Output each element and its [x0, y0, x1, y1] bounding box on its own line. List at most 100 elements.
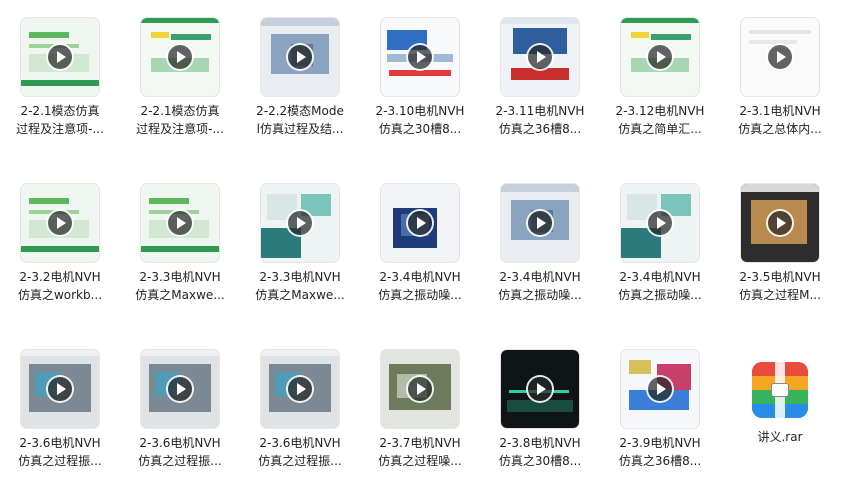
file-name-line1: 2-3.5电机NVH — [739, 270, 821, 284]
file-item[interactable]: 2-3.12电机NVH 仿真之简单汇... — [600, 18, 720, 168]
file-name: 2-3.4电机NVH 仿真之振动噪... — [361, 268, 479, 304]
file-name: 2-3.11电机NVH 仿真之36槽8... — [481, 102, 599, 138]
play-icon — [768, 211, 792, 235]
file-item[interactable]: 2-3.7电机NVH 仿真之过程噪... — [360, 350, 480, 500]
play-icon — [288, 377, 312, 401]
play-icon — [288, 211, 312, 235]
file-item[interactable]: 2-2.1模态仿真 过程及注意项-... — [0, 18, 120, 168]
file-item[interactable]: 2-3.9电机NVH 仿真之36槽8... — [600, 350, 720, 500]
file-name-line1: 讲义.rar — [757, 430, 803, 444]
video-thumbnail — [261, 350, 339, 428]
file-name: 2-3.6电机NVH 仿真之过程振... — [241, 434, 359, 470]
file-name-line1: 2-3.11电机NVH — [495, 104, 585, 118]
file-name-line2: 仿真之过程振... — [258, 454, 342, 468]
file-name-line1: 2-3.4电机NVH — [499, 270, 581, 284]
video-thumbnail — [621, 18, 699, 96]
file-item[interactable]: 2-3.4电机NVH 仿真之振动噪... — [360, 184, 480, 334]
play-icon — [768, 45, 792, 69]
file-name-line1: 2-3.4电机NVH — [379, 270, 461, 284]
file-item[interactable]: 2-3.3电机NVH 仿真之Maxwe... — [240, 184, 360, 334]
video-thumbnail — [381, 350, 459, 428]
video-thumbnail — [621, 350, 699, 428]
file-name: 2-3.2电机NVH 仿真之workb... — [1, 268, 119, 304]
file-name: 2-3.10电机NVH 仿真之30槽8... — [361, 102, 479, 138]
file-item[interactable]: 2-2.2模态Mode l仿真过程及结... — [240, 18, 360, 168]
video-thumbnail — [741, 184, 819, 262]
video-thumbnail — [501, 350, 579, 428]
file-name-line2: 仿真之36槽8... — [498, 122, 582, 136]
file-name-line2: 过程及注意项-... — [16, 122, 104, 136]
file-name: 2-3.7电机NVH 仿真之过程噪... — [361, 434, 479, 470]
file-name-line2: 仿真之Maxwe... — [135, 288, 225, 302]
file-name-line2: 仿真之workb... — [17, 288, 103, 302]
file-name-line2: 仿真之总体内... — [738, 122, 822, 136]
file-name: 2-3.9电机NVH 仿真之36槽8... — [601, 434, 719, 470]
file-name: 2-3.5电机NVH 仿真之过程M... — [721, 268, 839, 304]
file-name-line1: 2-3.12电机NVH — [615, 104, 705, 118]
file-item[interactable]: 2-3.5电机NVH 仿真之过程M... — [720, 184, 840, 334]
file-name: 2-2.2模态Mode l仿真过程及结... — [241, 102, 359, 138]
play-icon — [648, 211, 672, 235]
file-name-line2: 仿真之简单汇... — [618, 122, 702, 136]
file-item[interactable]: 2-3.3电机NVH 仿真之Maxwe... — [120, 184, 240, 334]
file-name-line1: 2-2.1模态仿真 — [20, 104, 100, 118]
file-name: 2-3.12电机NVH 仿真之简单汇... — [601, 102, 719, 138]
file-item[interactable]: 2-3.6电机NVH 仿真之过程振... — [120, 350, 240, 500]
file-name: 讲义.rar — [721, 428, 839, 446]
file-name-line2: 仿真之过程振... — [138, 454, 222, 468]
play-icon — [528, 377, 552, 401]
play-icon — [528, 211, 552, 235]
file-item[interactable]: 2-3.2电机NVH 仿真之workb... — [0, 184, 120, 334]
file-name-line2: 仿真之30槽8... — [498, 454, 582, 468]
file-item[interactable]: 2-3.11电机NVH 仿真之36槽8... — [480, 18, 600, 168]
file-item[interactable]: 讲义.rar — [720, 350, 840, 500]
file-name: 2-3.6电机NVH 仿真之过程振... — [1, 434, 119, 470]
file-name-line1: 2-3.2电机NVH — [19, 270, 101, 284]
archive-icon — [752, 362, 808, 418]
file-name-line1: 2-3.8电机NVH — [499, 436, 581, 450]
file-name: 2-3.3电机NVH 仿真之Maxwe... — [241, 268, 359, 304]
play-icon — [528, 45, 552, 69]
file-name-line1: 2-3.7电机NVH — [379, 436, 461, 450]
file-item[interactable]: 2-3.10电机NVH 仿真之30槽8... — [360, 18, 480, 168]
file-name-line2: 仿真之振动噪... — [498, 288, 582, 302]
video-thumbnail — [141, 18, 219, 96]
file-name-line1: 2-3.3电机NVH — [259, 270, 341, 284]
file-name: 2-3.6电机NVH 仿真之过程振... — [121, 434, 239, 470]
file-item[interactable]: 2-3.4电机NVH 仿真之振动噪... — [480, 184, 600, 334]
file-name-line2: 仿真之36槽8... — [618, 454, 702, 468]
video-thumbnail — [21, 184, 99, 262]
file-item[interactable]: 2-3.6电机NVH 仿真之过程振... — [0, 350, 120, 500]
file-item[interactable]: 2-2.1模态仿真 过程及注意项-... — [120, 18, 240, 168]
play-icon — [48, 211, 72, 235]
play-icon — [168, 45, 192, 69]
video-thumbnail — [21, 350, 99, 428]
play-icon — [648, 45, 672, 69]
file-name-line2: 仿真之过程振... — [18, 454, 102, 468]
play-icon — [168, 377, 192, 401]
file-name-line2: 过程及注意项-... — [136, 122, 224, 136]
file-name-line1: 2-3.6电机NVH — [19, 436, 101, 450]
play-icon — [408, 45, 432, 69]
file-item[interactable]: 2-3.4电机NVH 仿真之振动噪... — [600, 184, 720, 334]
file-item[interactable]: 2-3.1电机NVH 仿真之总体内... — [720, 18, 840, 168]
file-name-line1: 2-3.9电机NVH — [619, 436, 701, 450]
play-icon — [48, 377, 72, 401]
file-name-line1: 2-3.6电机NVH — [139, 436, 221, 450]
video-thumbnail — [381, 184, 459, 262]
file-name-line1: 2-3.10电机NVH — [375, 104, 465, 118]
file-item[interactable]: 2-3.6电机NVH 仿真之过程振... — [240, 350, 360, 500]
file-name-line2: 仿真之Maxwe... — [255, 288, 345, 302]
file-name-line1: 2-3.4电机NVH — [619, 270, 701, 284]
video-thumbnail — [381, 18, 459, 96]
play-icon — [168, 211, 192, 235]
play-icon — [408, 211, 432, 235]
file-name: 2-3.8电机NVH 仿真之30槽8... — [481, 434, 599, 470]
video-thumbnail — [741, 18, 819, 96]
file-name: 2-3.4电机NVH 仿真之振动噪... — [481, 268, 599, 304]
play-icon — [408, 377, 432, 401]
file-item[interactable]: 2-3.8电机NVH 仿真之30槽8... — [480, 350, 600, 500]
file-grid: 2-2.1模态仿真 过程及注意项-... 2-2.1模态仿真 过程及注意项-... 2-… — [0, 0, 848, 474]
file-name: 2-2.1模态仿真 过程及注意项-... — [121, 102, 239, 138]
play-icon — [648, 377, 672, 401]
